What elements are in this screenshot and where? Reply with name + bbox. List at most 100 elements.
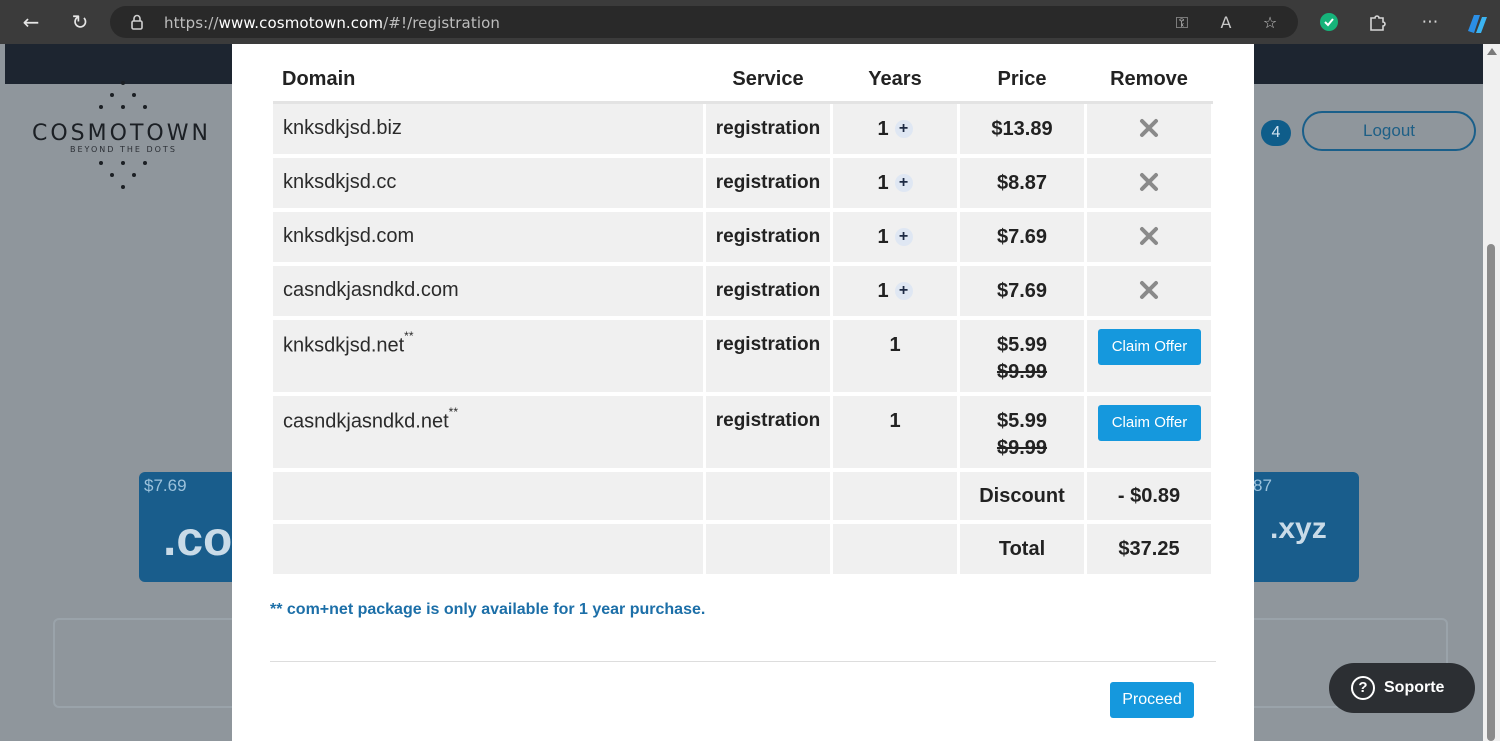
table-row: knksdkjsd.biz: [273, 104, 703, 154]
tld-card-co[interactable]: $7.69 .co: [139, 472, 239, 582]
service-text: registration: [715, 410, 821, 431]
remove-cell: Claim Offer: [1087, 320, 1211, 392]
back-icon[interactable]: ←: [17, 8, 45, 36]
support-label: Soporte: [1384, 679, 1445, 696]
extension-green-icon[interactable]: [1318, 11, 1340, 33]
table-row: casndkjasndkd.net**: [273, 396, 703, 468]
refresh-icon[interactable]: ↻: [66, 8, 94, 36]
price-value: $7.69: [996, 226, 1048, 248]
add-year-icon[interactable]: +: [894, 282, 913, 300]
add-year-icon[interactable]: +: [894, 228, 913, 246]
add-year-icon[interactable]: +: [894, 174, 913, 192]
remove-cell: [1087, 266, 1211, 316]
remove-cell: [1087, 212, 1211, 262]
service-text: registration: [715, 172, 821, 193]
page-scrollbar[interactable]: [1483, 44, 1500, 741]
service-text: registration: [715, 280, 821, 301]
domain-name: knksdkjsd.cc: [283, 171, 397, 193]
price-cell: $7.69: [960, 212, 1084, 262]
tld-price: $7.69: [144, 476, 187, 495]
price-cell: $13.89: [960, 104, 1084, 154]
discount-label: Discount: [979, 485, 1065, 507]
tld-card-xyz[interactable]: 87 .xyz: [1248, 472, 1359, 582]
price-value: $7.69: [996, 280, 1048, 302]
scroll-up-arrow-icon[interactable]: [1487, 48, 1497, 55]
years-cell: 1: [833, 396, 957, 468]
years-cell: 1: [833, 320, 957, 392]
service-cell: registration: [706, 104, 830, 154]
table-row: knksdkjsd.cc: [273, 158, 703, 208]
address-bar[interactable]: https://www.cosmotown.com/#!/registratio…: [110, 6, 1298, 38]
table-row: knksdkjsd.net**: [273, 320, 703, 392]
summary-empty-cell: [273, 472, 703, 520]
old-price-value: $9.99: [996, 437, 1048, 459]
remove-x-icon[interactable]: [1139, 280, 1159, 300]
years-cell: 1 +: [833, 104, 957, 154]
domain-text: knksdkjsd.net: [283, 334, 405, 357]
years-number: 1: [877, 226, 889, 248]
domain-name: casndkjasndkd.com: [283, 279, 459, 301]
summary-empty-cell: [273, 524, 703, 574]
offer-mark: **: [448, 405, 459, 419]
remove-x-icon[interactable]: [1139, 172, 1159, 192]
service-cell: registration: [706, 212, 830, 262]
service-cell: registration: [706, 158, 830, 208]
domain-name: casndkjasndkd.net**: [283, 405, 458, 434]
cart-count-badge[interactable]: 4: [1261, 120, 1291, 146]
tld-name: .co: [163, 513, 233, 566]
price-value: $5.99: [996, 334, 1048, 356]
tld-price: 87: [1253, 476, 1272, 495]
price-value: $8.87: [996, 172, 1048, 194]
lock-icon: [131, 14, 143, 30]
years-cell: 1 +: [833, 266, 957, 316]
cart-modal: Domain Service Years Price Remove knksdk…: [232, 44, 1254, 741]
logo-text: COSMOTOWN: [32, 121, 211, 146]
price-value: $5.99: [996, 410, 1048, 432]
logout-button[interactable]: Logout: [1302, 111, 1476, 151]
years-value: 1: [889, 410, 901, 432]
claim-offer-button[interactable]: Claim Offer: [1098, 405, 1201, 441]
remove-x-icon[interactable]: [1139, 226, 1159, 246]
discount-value-cell: - $0.89: [1087, 472, 1211, 520]
more-menu-icon[interactable]: ⋯: [1419, 11, 1441, 33]
service-text: registration: [715, 334, 821, 355]
domain-name: knksdkjsd.com: [283, 225, 415, 247]
summary-empty-cell: [706, 472, 830, 520]
help-icon: ?: [1351, 676, 1375, 700]
price-value: $13.89: [991, 118, 1053, 140]
extensions-puzzle-icon[interactable]: [1366, 11, 1388, 33]
offer-mark: **: [404, 329, 414, 343]
years-cell: 1 +: [833, 158, 957, 208]
proceed-button[interactable]: Proceed: [1110, 682, 1194, 718]
favorite-star-icon[interactable]: ☆: [1260, 13, 1280, 33]
add-year-icon[interactable]: +: [894, 120, 913, 138]
years-value: 1 +: [833, 280, 957, 303]
footer-divider: [270, 661, 1216, 662]
domain-name: knksdkjsd.net**: [283, 329, 414, 358]
years-number: 1: [877, 118, 889, 140]
scroll-thumb[interactable]: [1487, 244, 1495, 741]
domain-name: knksdkjsd.biz: [283, 117, 402, 139]
read-aloud-icon[interactable]: A: [1216, 13, 1236, 33]
old-price-value: $9.99: [996, 361, 1048, 383]
service-text: registration: [715, 118, 821, 139]
discount-label-cell: Discount: [960, 472, 1084, 520]
remove-x-icon[interactable]: [1139, 118, 1159, 138]
years-value: 1: [889, 334, 901, 356]
total-label: Total: [998, 538, 1046, 560]
years-value: 1 +: [833, 226, 957, 249]
service-cell: registration: [706, 266, 830, 316]
summary-empty-cell: [833, 524, 957, 574]
support-button[interactable]: ? Soporte: [1329, 663, 1475, 713]
claim-offer-button[interactable]: Claim Offer: [1098, 329, 1201, 365]
copilot-icon[interactable]: [1464, 11, 1487, 33]
total-value: $37.25: [1118, 538, 1180, 560]
discount-value: - $0.89: [1117, 485, 1181, 507]
service-text: registration: [715, 226, 821, 247]
years-number: 1: [877, 280, 889, 302]
price-cell: $5.99 $9.99: [960, 320, 1084, 392]
key-icon[interactable]: ⚿: [1172, 13, 1192, 33]
years-number: 1: [877, 172, 889, 194]
domain-text: casndkjasndkd.net: [283, 410, 449, 433]
header-service: Service: [732, 68, 804, 90]
